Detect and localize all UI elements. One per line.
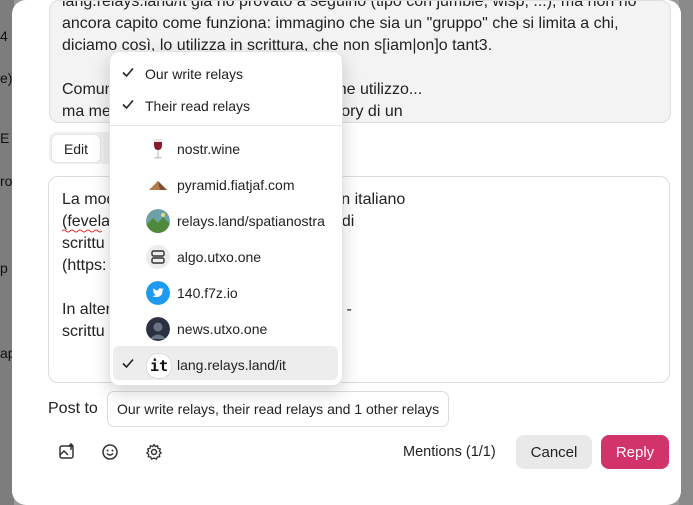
tab-edit[interactable]: Edit <box>51 134 101 163</box>
landscape-avatar-icon <box>146 209 170 233</box>
twitter-bird-icon <box>146 281 170 305</box>
it-text-icon: it <box>146 353 172 379</box>
relay-label: 140.f7z.io <box>177 285 238 301</box>
reply-button[interactable]: Reply <box>601 435 669 469</box>
dark-avatar-icon <box>146 317 170 341</box>
checkmark-icon <box>122 99 134 110</box>
bg-text: e) <box>0 70 13 86</box>
divider <box>110 125 342 126</box>
server-icon <box>146 245 170 269</box>
checkmark-icon <box>122 67 134 78</box>
background-page-right <box>679 0 693 505</box>
relay-label: pyramid.fiatjaf.com <box>177 177 295 193</box>
relay-option-f7z[interactable]: 140.f7z.io <box>113 276 338 310</box>
bg-text: p <box>0 260 8 276</box>
relay-label: lang.relays.land/it <box>177 357 286 373</box>
relay-option-algo-utxo[interactable]: algo.utxo.one <box>113 240 338 274</box>
relay-label: relays.land/spatianostra <box>177 213 325 229</box>
relay-option-spatianostra[interactable]: relays.land/spatianostra <box>113 204 338 238</box>
relay-option-news-utxo[interactable]: news.utxo.one <box>113 312 338 346</box>
relay-label: news.utxo.one <box>177 321 268 337</box>
editor-line: scrittu <box>62 323 105 340</box>
bg-text: E <box>0 130 10 146</box>
quote-line: lang.relays.land/it già ho provato a seg… <box>62 0 637 10</box>
post-to-select[interactable]: Our write relays, their read relays and … <box>107 391 450 427</box>
pyramid-icon <box>149 181 167 190</box>
option-label: Our write relays <box>145 66 244 82</box>
relay-option-lang-relays-it[interactable]: it lang.relays.land/it <box>113 346 338 380</box>
relay-dropdown: Our write relays Their read relays nostr… <box>109 51 343 386</box>
relay-label: algo.utxo.one <box>177 249 262 265</box>
bg-text: 4 <box>0 28 8 44</box>
wine-glass-icon <box>154 139 162 159</box>
image-upload-icon[interactable] <box>58 443 76 461</box>
checkmark-icon <box>122 358 134 369</box>
relay-option-pyramid[interactable]: pyramid.fiatjaf.com <box>113 168 338 202</box>
emoji-icon[interactable] <box>101 443 119 461</box>
gear-icon[interactable] <box>145 443 163 461</box>
reply-dialog: lang.relays.land/it già ho provato a seg… <box>12 0 681 505</box>
mentions-button[interactable]: Mentions (1/1) <box>403 444 496 460</box>
cancel-button[interactable]: Cancel <box>516 435 592 469</box>
relay-label: nostr.wine <box>177 141 241 157</box>
option-label: Their read relays <box>145 98 251 114</box>
bg-text: ro <box>0 173 13 189</box>
post-to-label: Post to <box>48 400 98 417</box>
option-our-write-relays[interactable]: Our write relays <box>113 57 338 91</box>
relay-option-nostr-wine[interactable]: nostr.wine <box>113 132 338 166</box>
option-their-read-relays[interactable]: Their read relays <box>113 89 338 123</box>
spellcheck-underline <box>62 229 102 233</box>
quote-line: ancora capito come funziona: immagino ch… <box>62 15 619 32</box>
